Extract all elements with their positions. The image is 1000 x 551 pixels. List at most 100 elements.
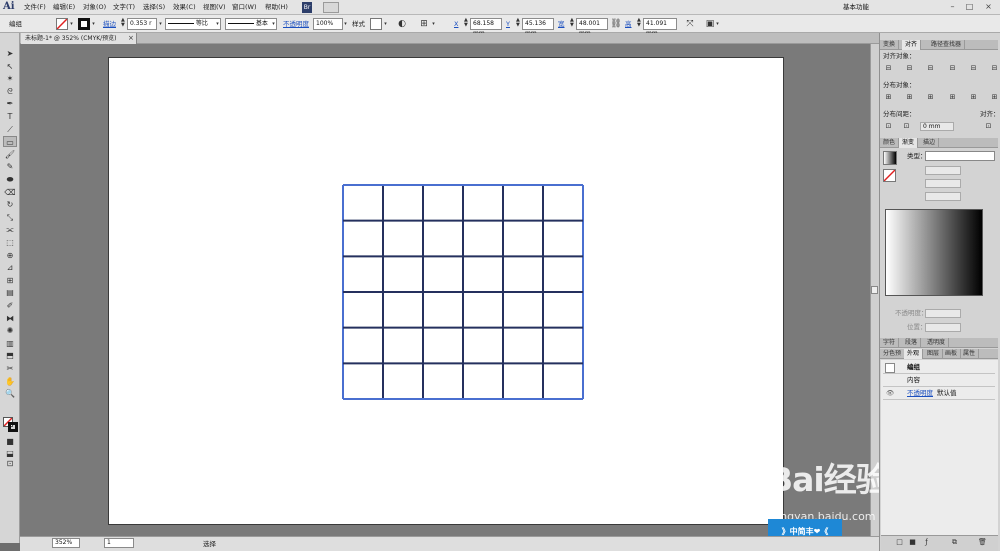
stroke-weight-dropdown[interactable]: ▾	[157, 19, 164, 29]
bridge-button[interactable]: Br	[302, 2, 312, 13]
workspace-switcher[interactable]: 基本功能	[843, 2, 869, 13]
document-tab[interactable]: 未标题-1* @ 352% (CMYK/预览)	[21, 33, 137, 44]
magic-wand-tool-icon[interactable]: ✶	[3, 73, 17, 84]
arrange-documents-button[interactable]	[323, 2, 339, 13]
x-stepper[interactable]: ▲ ▼	[464, 18, 469, 28]
height-input[interactable]: 41.091 mm	[643, 18, 677, 37]
gradient-angle-input[interactable]	[925, 166, 961, 175]
distribute-left-icon[interactable]: ⊞	[948, 93, 957, 102]
profile-dropdown[interactable]: ▾	[214, 19, 221, 29]
zoom-field[interactable]: 352%	[52, 538, 80, 548]
direct-selection-tool-icon[interactable]: ↖	[3, 61, 17, 72]
height-stepper[interactable]: ▲ ▼	[637, 18, 642, 28]
tab-attributes[interactable]: 属性	[960, 349, 980, 359]
width-tool-icon[interactable]: ⫘	[3, 224, 17, 235]
y-label[interactable]: Y	[506, 19, 510, 29]
tab-transform[interactable]: 变换	[880, 40, 900, 50]
gradient-thumbnail[interactable]	[883, 151, 897, 165]
y-stepper[interactable]: ▲ ▼	[516, 18, 521, 28]
transform-icon[interactable]: ⤧	[684, 18, 696, 30]
recolor-artwork-icon[interactable]: ◐	[396, 18, 408, 30]
distribute-h-center-icon[interactable]: ⊞	[969, 93, 978, 102]
menu-item-3[interactable]: 文字(T)	[113, 2, 135, 13]
blend-tool-icon[interactable]: ⧓	[3, 313, 17, 324]
align-top-icon[interactable]: ⊟	[948, 64, 957, 73]
style-dropdown[interactable]: ▾	[382, 19, 389, 29]
opacity-label[interactable]: 不透明度	[283, 19, 309, 29]
pen-tool-icon[interactable]: ✒	[3, 98, 17, 109]
gradient-opacity-input[interactable]	[925, 309, 961, 318]
align-left-icon[interactable]: ⊟	[884, 64, 893, 73]
gradient-slider[interactable]	[885, 209, 983, 296]
tool-stroke-swatch[interactable]	[8, 422, 18, 432]
gradient-aspect-input[interactable]	[925, 179, 961, 188]
fill-dropdown-arrow[interactable]: ▾	[68, 19, 75, 29]
tab-character[interactable]: 字符	[880, 338, 900, 348]
maximize-button[interactable]: □	[963, 1, 976, 13]
distribute-bottom-icon[interactable]: ⊞	[926, 93, 935, 102]
delete-item-icon[interactable]: 🗑	[978, 538, 987, 547]
line-tool-icon[interactable]: ⟋	[3, 124, 17, 135]
draw-mode-icon[interactable]: ⊡	[3, 458, 17, 469]
blob-brush-tool-icon[interactable]: ⬬	[3, 174, 17, 185]
align-h-center-icon[interactable]: ⊟	[905, 64, 914, 73]
variable-width-profile[interactable]: 等比	[165, 18, 221, 30]
tab-artboards[interactable]: 画板	[942, 349, 962, 359]
x-input[interactable]: 68.158 mm	[470, 18, 502, 37]
free-transform-tool-icon[interactable]: ⬚	[3, 237, 17, 248]
align-v-center-icon[interactable]: ⊟	[969, 64, 978, 73]
tab-align[interactable]: 对齐	[902, 40, 922, 50]
tab-gradient[interactable]: 渐变	[899, 138, 919, 148]
rectangle-tool-icon[interactable]: ▭	[3, 136, 17, 148]
tab-separations[interactable]: 分色预	[880, 349, 906, 359]
gradient-reverse-input[interactable]	[925, 192, 961, 201]
distribute-v-center-icon[interactable]: ⊞	[905, 93, 914, 102]
gradient-fill-stroke-icon[interactable]	[883, 169, 896, 182]
menu-item-5[interactable]: 效果(C)	[173, 2, 196, 13]
opacity-input[interactable]: 100%	[313, 18, 343, 30]
duplicate-item-icon[interactable]: ⧉	[950, 538, 959, 547]
add-fill-icon[interactable]: ■	[908, 538, 917, 547]
reference-point-icon[interactable]: ⊞	[418, 18, 430, 30]
align-bottom-icon[interactable]: ⊟	[990, 64, 999, 73]
gradient-location-input[interactable]	[925, 323, 961, 332]
perspective-grid-tool-icon[interactable]: ⊿	[3, 262, 17, 273]
stroke-stepper[interactable]: ▲ ▼	[121, 18, 126, 28]
hand-tool-icon[interactable]: ✋	[3, 376, 17, 387]
artboard-tool-icon[interactable]: ⬒	[3, 350, 17, 361]
appearance-opacity-link[interactable]: 不透明度	[907, 387, 933, 400]
add-effect-icon[interactable]: ƒ	[922, 538, 931, 547]
symbol-sprayer-tool-icon[interactable]: ✺	[3, 325, 17, 336]
pencil-tool-icon[interactable]: ✎	[3, 161, 17, 172]
stroke-weight-input[interactable]: 0.353 r	[127, 18, 157, 30]
panel-options-dropdown[interactable]: ▾	[714, 19, 721, 29]
gradient-tool-icon[interactable]: ▤	[3, 287, 17, 298]
menu-item-6[interactable]: 视图(V)	[203, 2, 226, 13]
tab-appearance[interactable]: 外观	[904, 349, 924, 359]
paintbrush-tool-icon[interactable]: 🖌	[3, 149, 17, 160]
menu-item-1[interactable]: 编辑(E)	[53, 2, 75, 13]
width-input[interactable]: 48.001 mm	[576, 18, 608, 37]
graphic-style-swatch[interactable]	[370, 18, 382, 30]
tab-stroke[interactable]: 描边	[920, 138, 940, 148]
lasso-tool-icon[interactable]: ᘓ	[3, 86, 17, 97]
appearance-group-row[interactable]: 编组	[883, 361, 995, 374]
height-label[interactable]: 高	[625, 19, 632, 29]
distribute-right-icon[interactable]: ⊞	[990, 93, 999, 102]
artboard-number-field[interactable]: 1	[104, 538, 134, 548]
selection-tool-icon[interactable]: ➤	[3, 48, 17, 59]
vertical-distribute-space-icon[interactable]: ⊡	[884, 122, 893, 131]
rotate-tool-icon[interactable]: ↻	[3, 199, 17, 210]
slice-tool-icon[interactable]: ✂	[3, 363, 17, 374]
column-graph-tool-icon[interactable]: ▥	[3, 338, 17, 349]
width-stepper[interactable]: ▲ ▼	[570, 18, 575, 28]
stroke-dropdown-arrow[interactable]: ▾	[90, 19, 97, 29]
align-to-icon[interactable]: ⊡	[984, 122, 993, 131]
menu-item-2[interactable]: 对象(O)	[83, 2, 106, 13]
tab-transparency[interactable]: 透明度	[924, 338, 950, 348]
scale-tool-icon[interactable]: ⤡	[3, 212, 17, 223]
type-tool-icon[interactable]: T	[3, 111, 17, 122]
grid-group[interactable]	[342, 184, 584, 400]
horizontal-distribute-space-icon[interactable]: ⊡	[902, 122, 911, 131]
color-mode-icon[interactable]: ■	[3, 436, 17, 447]
